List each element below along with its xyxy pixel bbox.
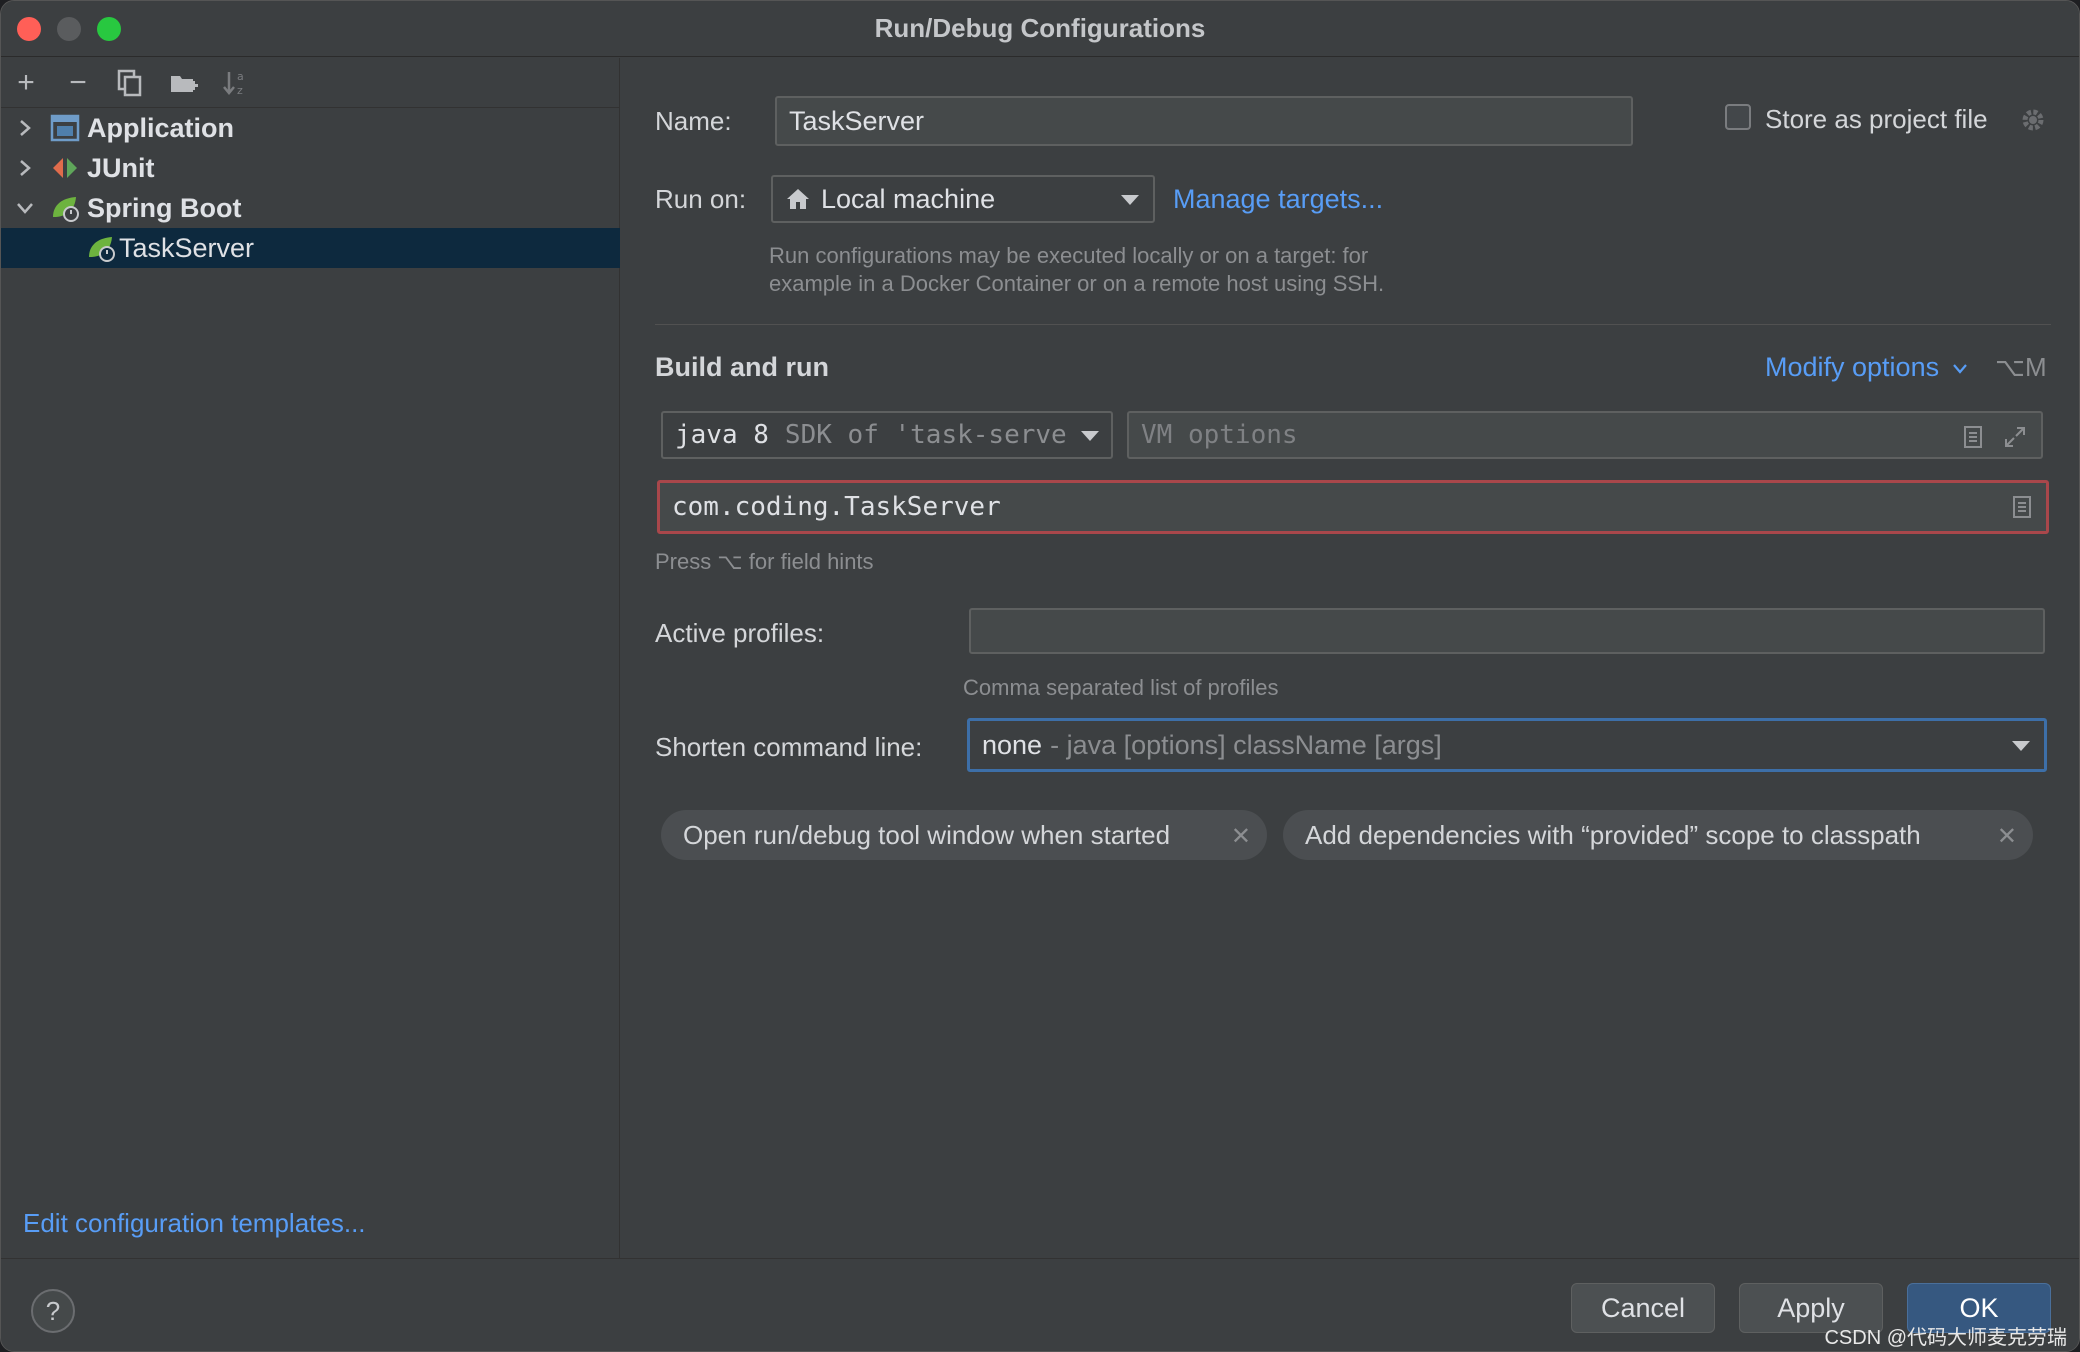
tree-item-taskserver[interactable]: TaskServer xyxy=(1,228,620,268)
run-debug-configurations-window: Run/Debug Configurations + − a z Applica… xyxy=(0,0,2080,1352)
option-chip-provided-scope[interactable]: Add dependencies with “provided” scope t… xyxy=(1283,810,2033,860)
shorten-command-line-label: Shorten command line: xyxy=(655,732,923,762)
section-divider xyxy=(655,324,2051,325)
chevron-down-icon[interactable] xyxy=(15,198,35,218)
chevron-down-icon xyxy=(2012,741,2030,751)
store-as-project-file-label: Store as project file xyxy=(1765,104,1988,134)
spring-boot-icon xyxy=(53,197,79,222)
minus-icon: − xyxy=(69,66,87,99)
tree-item-label: JUnit xyxy=(87,152,155,183)
build-and-run-title: Build and run xyxy=(655,352,829,382)
configurations-sidebar: + − a z Application JUnit Spring Boot Ta… xyxy=(1,58,620,1258)
home-icon xyxy=(787,189,809,209)
tree-item-label: Spring Boot xyxy=(87,192,242,223)
svg-text:z: z xyxy=(237,84,243,97)
application-icon xyxy=(50,114,80,142)
name-label: Name: xyxy=(655,106,732,136)
document-icon[interactable] xyxy=(1963,425,1983,449)
watermark: CSDN @代码大师麦克劳瑞 xyxy=(1824,1327,2067,1349)
option-chip-open-tool-window[interactable]: Open run/debug tool window when started … xyxy=(661,810,1267,860)
run-on-hint-line-2: example in a Docker Container or on a re… xyxy=(769,271,1385,296)
sort-configurations-button[interactable]: a z xyxy=(219,66,253,100)
chevron-down-icon xyxy=(1081,431,1099,441)
cancel-button[interactable]: Cancel xyxy=(1571,1283,1715,1333)
expand-icon[interactable] xyxy=(2003,425,2027,449)
copy-configuration-button[interactable] xyxy=(113,66,147,100)
active-profiles-input[interactable] xyxy=(969,608,2045,654)
add-configuration-button[interactable]: + xyxy=(9,66,43,100)
main-class-input[interactable]: com.coding.TaskServer xyxy=(657,480,2049,534)
tree-item-spring-boot[interactable]: Spring Boot xyxy=(1,188,620,228)
tree-item-application[interactable]: Application xyxy=(1,108,620,148)
run-on-value: Local machine xyxy=(821,183,996,214)
chevron-down-icon xyxy=(1121,195,1139,205)
chevron-right-icon[interactable] xyxy=(15,118,35,138)
name-value: TaskServer xyxy=(789,105,925,136)
active-profiles-label: Active profiles: xyxy=(655,618,825,648)
question-mark-icon: ? xyxy=(45,1295,61,1326)
tree-item-label: Application xyxy=(87,112,234,143)
jdk-version: java 8 xyxy=(675,420,769,450)
modify-options-link[interactable]: Modify options xyxy=(1765,352,1969,383)
chip-label: Add dependencies with “provided” scope t… xyxy=(1305,819,1921,850)
tree-item-junit[interactable]: JUnit xyxy=(1,148,620,188)
folder-add-icon xyxy=(171,76,198,92)
modify-options-shortcut: ⌥M xyxy=(1995,352,2047,382)
sort-alpha-icon: a z xyxy=(223,70,244,97)
title-bar: Run/Debug Configurations xyxy=(1,1,2079,57)
shorten-value: none xyxy=(982,729,1043,760)
gear-icon[interactable] xyxy=(2019,106,2047,134)
name-input[interactable]: TaskServer xyxy=(775,96,1633,146)
vm-options-placeholder: VM options xyxy=(1141,420,1298,450)
shorten-detail: - java [options] className [args] xyxy=(1050,729,1442,760)
svg-text:a: a xyxy=(237,70,244,83)
sidebar-toolbar: + − a z xyxy=(1,58,620,108)
run-on-label: Run on: xyxy=(655,184,747,214)
field-hints-text: Press ⌥ for field hints xyxy=(655,549,874,574)
chip-label: Open run/debug tool window when started xyxy=(683,819,1171,850)
profiles-hint: Comma separated list of profiles xyxy=(963,675,1279,700)
plus-icon: + xyxy=(17,66,35,99)
jdk-detail: SDK of 'task-serve xyxy=(784,420,1067,450)
remove-configuration-button[interactable]: − xyxy=(61,66,95,100)
window-title: Run/Debug Configurations xyxy=(874,13,1206,43)
configuration-tree: Application JUnit Spring Boot TaskServer xyxy=(1,108,620,268)
dialog-footer: ? Cancel Apply OK CSDN @代码大师麦克劳瑞 xyxy=(1,1258,2079,1351)
store-as-project-file-checkbox[interactable] xyxy=(1725,104,1751,130)
copy-icon xyxy=(117,69,142,97)
document-icon[interactable] xyxy=(2012,495,2032,519)
help-button[interactable]: ? xyxy=(31,1289,75,1333)
run-on-dropdown[interactable]: Local machine xyxy=(771,175,1155,223)
jdk-dropdown[interactable]: java 8 SDK of 'task-serve xyxy=(661,411,1113,459)
shorten-command-line-dropdown[interactable]: none - java [options] className [args] xyxy=(967,718,2047,772)
spring-boot-run-icon xyxy=(89,237,115,262)
tree-item-label: TaskServer xyxy=(119,232,255,263)
vm-options-input[interactable]: VM options xyxy=(1127,411,2043,459)
close-icon[interactable]: ✕ xyxy=(1997,822,2017,851)
move-to-folder-button[interactable] xyxy=(167,66,201,100)
modify-options-label: Modify options xyxy=(1765,352,1940,382)
manage-targets-link[interactable]: Manage targets... xyxy=(1173,184,1383,215)
configuration-editor: Name: TaskServer Store as project file R… xyxy=(621,58,2079,1258)
chevron-right-icon[interactable] xyxy=(15,158,35,178)
run-on-hint-line-1: Run configurations may be executed local… xyxy=(769,243,1369,268)
edit-configuration-templates-link[interactable]: Edit configuration templates... xyxy=(23,1208,366,1239)
close-icon[interactable]: ✕ xyxy=(1231,822,1251,851)
chevron-down-icon xyxy=(1952,364,1967,374)
junit-icon xyxy=(53,158,77,178)
main-class-value: com.coding.TaskServer xyxy=(672,492,1001,522)
